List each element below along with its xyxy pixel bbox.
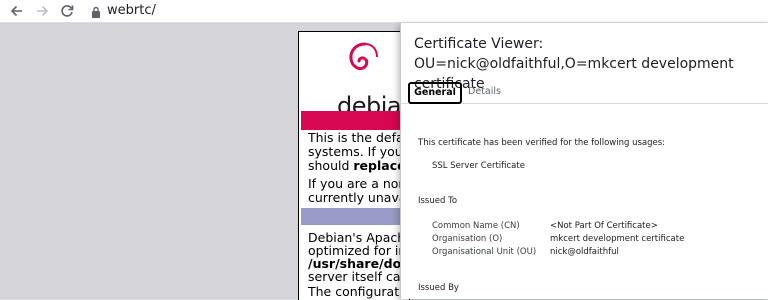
debian-swirl-icon [349, 42, 378, 70]
forward-arrow-icon[interactable] [34, 3, 50, 19]
field-label-o: Organisation (O) [432, 234, 503, 244]
doc-line: currently unavailab [308, 190, 409, 205]
doc-line-prefix: should [308, 158, 354, 173]
browser-toolbar: webrtc/ [0, 0, 768, 23]
issued-to-heading: Issued To [418, 196, 458, 206]
back-arrow-icon[interactable] [9, 3, 25, 19]
field-value-cn: <Not Part Of Certificate> [550, 221, 658, 231]
doc-line: If you are a normal [308, 176, 409, 191]
verified-text: This certificate has been verified for t… [418, 138, 666, 148]
section-band [301, 208, 409, 225]
field-value-o: mkcert development certificate [550, 234, 685, 244]
usage-item: SSL Server Certificate [432, 161, 525, 171]
doc-line: server itself can be [308, 269, 409, 284]
tab-bar: General Details [401, 81, 768, 104]
address-bar-url[interactable]: webrtc/ [107, 3, 156, 19]
certificate-viewer-dialog: Certificate Viewer: OU=nick@oldfaithful,… [400, 23, 768, 299]
field-value-ou: nick@oldfaithful [550, 247, 619, 257]
tab-general[interactable]: General [408, 82, 462, 104]
doc-line: should replace this [308, 158, 409, 173]
issued-by-heading: Issued By [418, 283, 459, 293]
tab-details[interactable]: Details [468, 84, 501, 100]
apache-default-page: debian This is the default w systems. If… [298, 31, 410, 300]
field-label-cn: Common Name (CN) [432, 221, 520, 231]
lock-icon[interactable] [90, 4, 102, 18]
header-band [301, 111, 409, 130]
field-label-ou: Organisational Unit (OU) [432, 247, 537, 257]
debian-logo: debian [309, 38, 409, 120]
doc-line: The configuration la [308, 284, 410, 299]
doc-line: systems. If you can [308, 144, 409, 159]
reload-icon[interactable] [59, 3, 75, 19]
doc-line: This is the default w [308, 130, 409, 145]
